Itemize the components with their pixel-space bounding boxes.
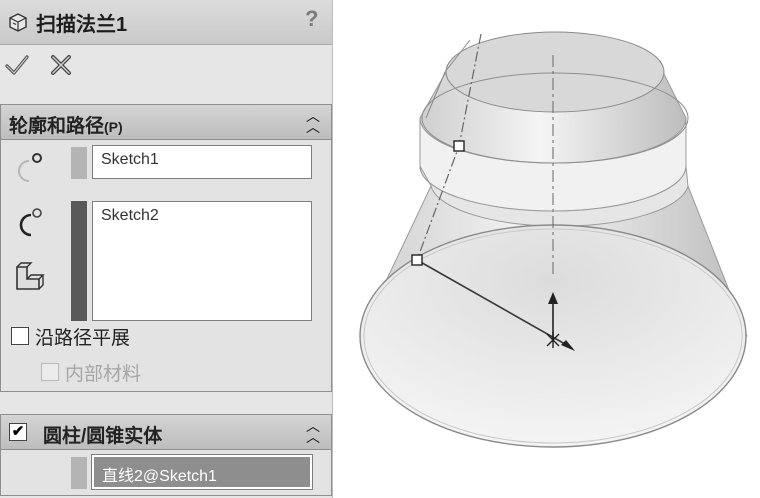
inner-material-checkbox[interactable] xyxy=(41,363,59,381)
profile-path-header[interactable]: 轮廓和路径(P) ︿ ︿ xyxy=(1,105,331,140)
profile-icon xyxy=(18,153,42,182)
cylinder-cone-title: 圆柱/圆锥实体 xyxy=(43,426,163,447)
path-listbox[interactable]: Sketch2 xyxy=(92,201,312,321)
select-body-icon xyxy=(16,262,45,290)
ok-checkmark-icon[interactable] xyxy=(4,52,30,78)
chevron-double-up-icon[interactable]: ︿ ︿ xyxy=(301,109,325,134)
path-color-swatch xyxy=(71,201,87,321)
chevron-double-up-icon[interactable]: ︿ ︿ xyxy=(301,419,325,444)
panel-title-bar: 扫描法兰1 ? xyxy=(0,0,332,45)
flatten-along-path-label: 沿路径平展 xyxy=(35,328,131,349)
cylinder-cone-group: ✔ 圆柱/圆锥实体 ︿ ︿ 直线2@Sketch1 xyxy=(0,414,332,496)
cylinder-cone-header[interactable]: ✔ 圆柱/圆锥实体 ︿ ︿ xyxy=(1,415,331,450)
graphics-viewport[interactable] xyxy=(333,0,760,498)
cylinder-cone-color-swatch xyxy=(71,457,87,489)
sheet-metal-flange-icon xyxy=(9,13,27,32)
cylinder-cone-checkbox[interactable]: ✔ xyxy=(9,423,27,441)
inner-material-label: 内部材料 xyxy=(65,364,142,385)
flatten-along-path-checkbox[interactable] xyxy=(11,327,29,345)
help-button[interactable]: ? xyxy=(305,6,318,32)
panel-title: 扫描法兰1 xyxy=(36,14,128,36)
profile-color-swatch xyxy=(71,147,87,179)
profile-path-group: 轮廓和路径(P) ︿ ︿ Sketch1 Sketch2 沿路径平展 内部材料 xyxy=(0,104,332,392)
sketch-point-lower[interactable] xyxy=(411,254,423,266)
profile-path-shortcut: (P) xyxy=(104,119,123,135)
profile-path-title: 轮廓和路径 xyxy=(9,116,105,137)
property-manager-panel: 扫描法兰1 ? 轮廓和路径(P) ︿ ︿ Sketch1 Sketch2 沿路径… xyxy=(0,0,333,498)
path-icon xyxy=(19,208,42,237)
profile-input[interactable]: Sketch1 xyxy=(92,145,312,179)
cylinder-cone-input[interactable]: 直线2@Sketch1 xyxy=(91,454,313,490)
sketch-point-upper[interactable] xyxy=(453,140,465,152)
cancel-x-icon[interactable] xyxy=(48,52,74,78)
